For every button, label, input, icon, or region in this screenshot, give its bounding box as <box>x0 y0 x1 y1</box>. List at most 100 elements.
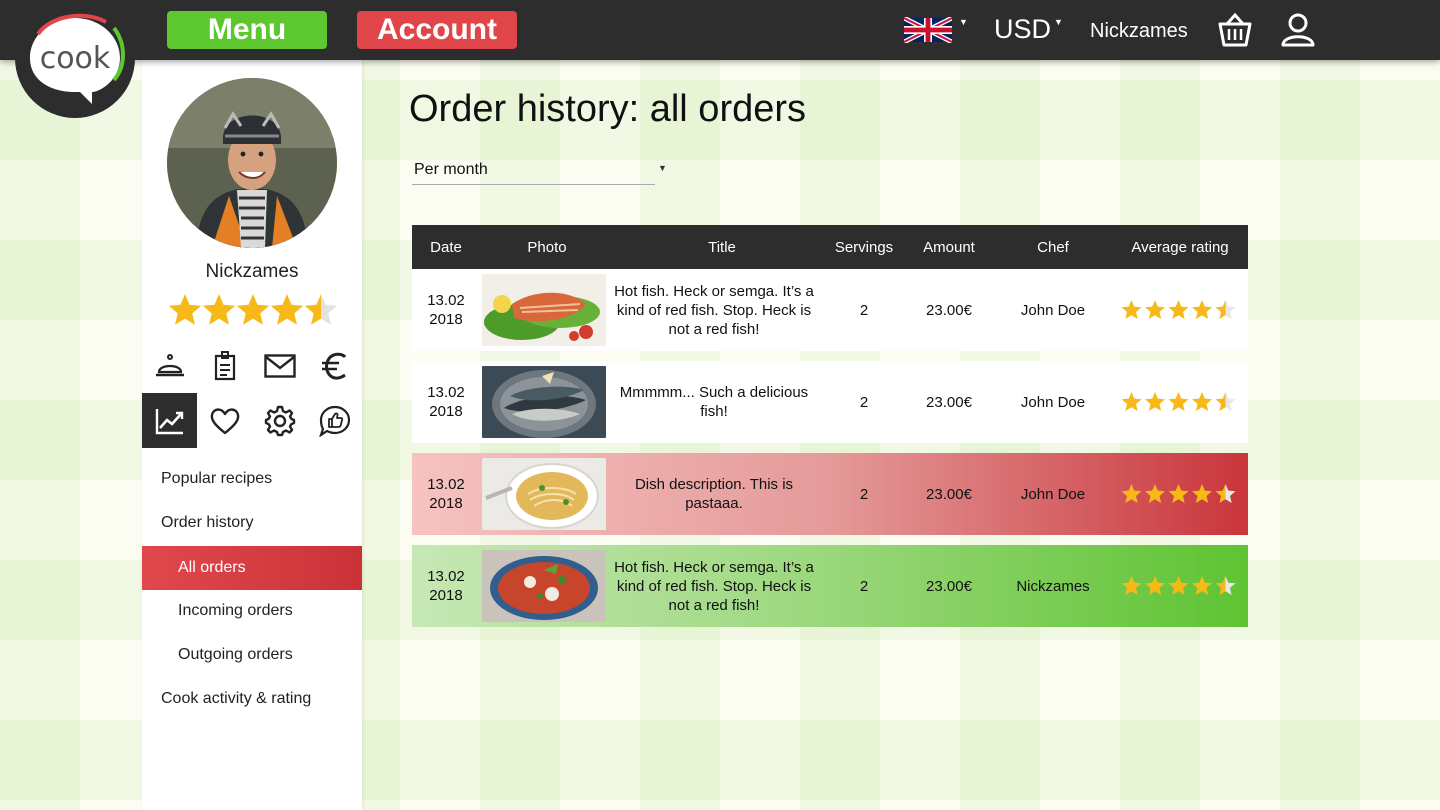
star-icon <box>1215 300 1236 319</box>
table-row[interactable]: 13.02 2018 Dish description. This is past… <box>412 453 1248 535</box>
order-amount: 23.00€ <box>926 301 972 319</box>
order-photo[interactable] <box>482 361 606 443</box>
salmon-dish-photo <box>482 274 606 346</box>
order-photo[interactable] <box>482 545 606 627</box>
star-icon <box>1121 484 1142 503</box>
sidebar-item-all-orders[interactable]: All orders <box>142 546 362 590</box>
profile-rating-stars <box>168 294 338 325</box>
account-button[interactable]: Account <box>357 11 517 49</box>
orders-table: Date Photo Title Servings Amount Chef Av… <box>412 225 1248 269</box>
period-select-caret-icon[interactable]: ▼ <box>658 163 667 173</box>
table-row[interactable]: 13.02 2018 Hot fish. Heck or semga. It’s … <box>412 269 1248 351</box>
cook-logo[interactable]: cook <box>14 0 136 120</box>
order-rating <box>1118 545 1242 627</box>
star-icon <box>236 294 270 325</box>
table-row[interactable]: 13.02 2018 Hot fish. Heck or semga. It’s … <box>412 545 1248 627</box>
star-icon <box>304 294 338 325</box>
heart-icon[interactable] <box>197 393 252 448</box>
header-date[interactable]: Date <box>412 225 480 269</box>
gear-icon[interactable] <box>252 393 307 448</box>
order-title: Mmmmm... Such a delicious fish! <box>619 384 809 420</box>
euro-icon[interactable] <box>307 338 362 393</box>
order-photo[interactable] <box>482 269 606 351</box>
star-icon <box>1168 484 1189 503</box>
header-servings[interactable]: Servings <box>830 225 898 269</box>
star-icon <box>1168 576 1189 595</box>
basket-icon[interactable] <box>1216 12 1254 48</box>
order-amount: 23.00€ <box>926 577 972 595</box>
rating-stars <box>1121 576 1236 595</box>
sidebar-item-cook-activity-rating[interactable]: Cook activity & rating <box>142 677 362 721</box>
order-servings: 2 <box>859 577 869 595</box>
order-title: Hot fish. Heck or semga. It’s a kind of … <box>614 282 814 338</box>
order-chef[interactable]: Nickzames <box>998 545 1108 627</box>
order-rating <box>1118 269 1242 351</box>
table-row[interactable]: 13.02 2018 Mmmmm... Such a delicious fish… <box>412 361 1248 443</box>
star-icon <box>1121 576 1142 595</box>
header-amount[interactable]: Amount <box>908 225 990 269</box>
order-photo[interactable] <box>482 453 606 535</box>
order-chef[interactable]: John Doe <box>998 361 1108 443</box>
user-icon[interactable] <box>1280 12 1316 48</box>
star-icon <box>168 294 202 325</box>
star-icon <box>1145 576 1165 595</box>
cloche-icon[interactable] <box>142 338 197 393</box>
period-select-value: Per month <box>414 161 488 178</box>
star-icon <box>1215 484 1236 503</box>
orders-table-header: Date Photo Title Servings Amount Chef Av… <box>412 225 1248 269</box>
header-username[interactable]: Nickzames <box>1090 20 1188 43</box>
header-photo[interactable]: Photo <box>482 225 612 269</box>
header-chef[interactable]: Chef <box>998 225 1108 269</box>
order-date: 13.02 2018 <box>427 292 465 328</box>
chart-icon[interactable] <box>142 393 197 448</box>
currency-dropdown-caret-icon[interactable]: ▼ <box>1054 17 1063 27</box>
rating-stars <box>1121 484 1236 503</box>
soup-dish-photo <box>482 550 606 622</box>
star-icon <box>202 294 236 325</box>
currency-selector[interactable]: USD <box>994 14 1051 45</box>
menu-button[interactable]: Menu <box>167 11 327 49</box>
avatar[interactable] <box>167 78 337 248</box>
fish-dish-photo <box>482 366 606 438</box>
order-rating <box>1118 361 1242 443</box>
star-icon <box>1192 484 1212 503</box>
profile-name: Nickzames <box>205 261 299 282</box>
mail-icon[interactable] <box>252 338 307 393</box>
star-icon <box>1121 392 1142 411</box>
chat-like-icon[interactable] <box>307 393 362 448</box>
period-select[interactable]: Per month <box>412 158 655 185</box>
order-servings: 2 <box>859 393 869 411</box>
uk-flag-icon[interactable] <box>904 17 952 43</box>
avatar-photo <box>167 78 337 248</box>
sidebar-item-outgoing-orders[interactable]: Outgoing orders <box>142 633 362 677</box>
star-icon <box>1215 392 1236 411</box>
star-icon <box>270 294 304 325</box>
header-title[interactable]: Title <box>612 225 832 269</box>
order-chef[interactable]: John Doe <box>998 453 1108 535</box>
top-navigation-bar: Menu Account ▼ USD ▼ Nickzames <box>0 0 1440 60</box>
language-dropdown-caret-icon[interactable]: ▼ <box>959 17 968 27</box>
star-icon <box>1121 300 1142 319</box>
sidebar-item-incoming-orders[interactable]: Incoming orders <box>142 589 362 633</box>
order-servings: 2 <box>859 301 869 319</box>
star-icon <box>1215 576 1236 595</box>
order-title: Dish description. This is pastaaa. <box>634 476 794 512</box>
star-icon <box>1192 300 1212 319</box>
order-date: 13.02 2018 <box>427 476 465 512</box>
order-chef[interactable]: John Doe <box>998 269 1108 351</box>
sidebar-item-order-history[interactable]: Order history <box>142 501 362 545</box>
order-date: 13.02 2018 <box>427 384 465 420</box>
rating-stars <box>1121 392 1236 411</box>
star-icon <box>1192 392 1212 411</box>
profile-sidebar: Nickzames Popular recipes Order history … <box>142 60 362 810</box>
order-rating <box>1118 453 1242 535</box>
pasta-dish-photo <box>482 458 606 530</box>
order-servings: 2 <box>859 485 869 503</box>
star-icon <box>1168 300 1189 319</box>
order-date: 13.02 2018 <box>427 568 465 604</box>
star-icon <box>1168 392 1189 411</box>
logo-text: cook <box>40 41 111 76</box>
header-average-rating[interactable]: Average rating <box>1118 225 1242 269</box>
sidebar-item-popular-recipes[interactable]: Popular recipes <box>142 457 362 501</box>
document-icon[interactable] <box>197 338 252 393</box>
